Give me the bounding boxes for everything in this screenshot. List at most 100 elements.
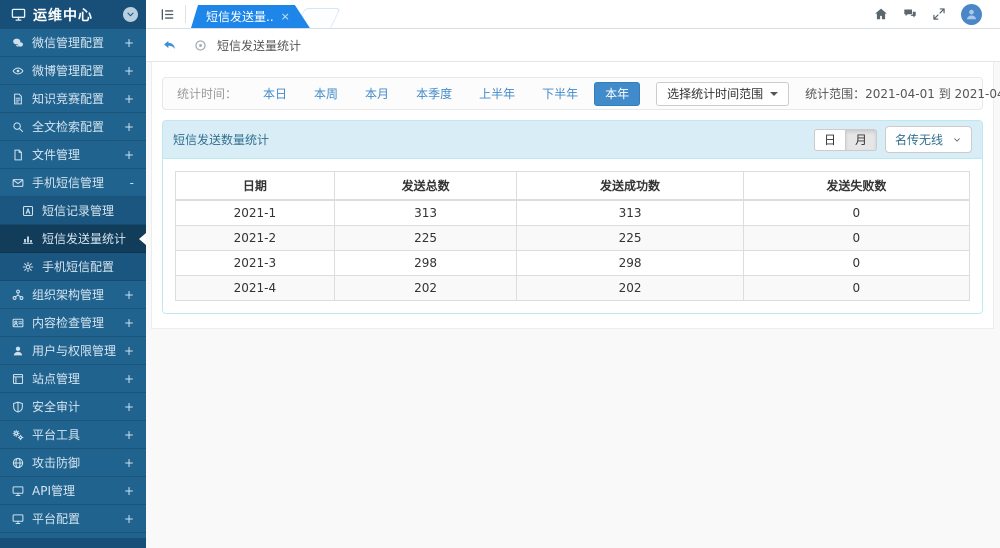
expand-indicator: + [124,64,134,78]
sidebar-item[interactable]: 手机短信管理- [0,169,146,197]
sidebar-item[interactable]: 攻击防御 + [0,449,146,477]
active-item-arrow [139,233,146,245]
sidebar-subitem-label: 短信记录管理 [42,202,134,219]
sidebar-item-label: API管理 [32,482,116,499]
table-cell: 2021-2 [176,226,335,251]
sidebar-item-label: 平台配置 [32,510,116,527]
weibo-icon [12,65,24,77]
sidebar-item[interactable]: 内容检查管理+ [0,309,146,337]
envelope-icon [12,177,24,189]
table-cell: 202 [334,276,517,301]
sidebar-subitem[interactable]: 手机短信配置 [0,253,146,281]
sms-record-icon [22,205,34,217]
range-dropdown-button[interactable]: 选择统计时间范围 [656,82,789,106]
stats-panel-body: 日期发送总数发送成功数发送失败数 2021-131331302021-22252… [163,159,982,313]
table-cell: 298 [334,251,517,276]
table-cell: 2021-4 [176,276,335,301]
sidebar-item-label: 微信管理配置 [32,34,116,51]
sidebar-item[interactable]: 站点管理 + [0,365,146,393]
sidebar-nav: 微信管理配置+微博管理配置+知识竞赛配置+全文检索配置+文件管理+手机短信管理-… [0,29,146,533]
expand-indicator: + [124,484,134,498]
stats-panel: 短信发送数量统计 日 月 名传无线 日期发送总数发送成功 [162,120,983,314]
expand-indicator: + [124,512,134,526]
wechat-icon [12,37,24,49]
select-chevron-down-icon [952,135,962,145]
table-header-cell: 发送失败数 [743,172,969,201]
sidebar-toggle-icon[interactable] [160,7,175,22]
sidebar-subitem[interactable]: 短信记录管理 [0,197,146,225]
filter-selected-button[interactable]: 本年 [594,82,640,106]
sidebar-item[interactable]: 安全审计 + [0,393,146,421]
doc-icon [12,93,24,105]
filter-label: 统计时间： [177,85,237,102]
org-icon [12,289,24,301]
user-avatar[interactable] [961,4,982,25]
sidebar-item[interactable]: 微博管理配置+ [0,57,146,85]
person-icon [965,8,978,21]
page-icon [194,39,207,52]
table-row: 2021-32982980 [176,251,970,276]
table-header-row: 日期发送总数发送成功数发送失败数 [176,172,970,201]
sidebar-item[interactable]: 文件管理+ [0,141,146,169]
expand-indicator: + [124,288,134,302]
sidebar-item-label: 安全审计 [32,398,116,415]
expand-indicator: + [124,400,134,414]
table-row: 2021-42022020 [176,276,970,301]
sidebar-item[interactable]: 全文检索配置+ [0,113,146,141]
sidebar-item[interactable]: 微信管理配置+ [0,29,146,57]
topbar-actions [874,4,1000,25]
sidebar-item[interactable]: 知识竞赛配置+ [0,85,146,113]
sidebar-item-label: 站点管理 [32,370,116,387]
sidebar-item-label: 组织架构管理 [32,286,116,303]
expand-indicator: + [124,428,134,442]
expand-indicator: - [130,176,134,190]
channel-select-value: 名传无线 [895,131,943,148]
sidebar-item[interactable]: 组织架构管理 + [0,281,146,309]
sidebar-item[interactable]: 平台配置 + [0,505,146,533]
topbar: 短信发送量.. × [146,0,1000,29]
sidebar-collapse-button[interactable] [123,7,138,22]
range-text: 统计范围：2021-04-01 到 2021-04-30 [805,85,1000,102]
desktop-icon [12,513,24,525]
sidebar-item[interactable]: API管理 + [0,477,146,505]
sidebar-submenu: 短信记录管理短信发送量统计手机短信配置 [0,197,146,281]
table-header-cell: 日期 [176,172,335,201]
id-card-icon [12,317,24,329]
tab-close-icon[interactable]: × [281,10,290,23]
messages-icon[interactable] [903,7,917,21]
shield-icon [12,401,24,413]
sidebar-subitem[interactable]: 短信发送量统计 [0,225,146,253]
sidebar-item[interactable]: 平台工具+ [0,421,146,449]
sidebar-item-label: 攻击防御 [32,454,116,471]
tab-sms-stats[interactable]: 短信发送量.. × [191,5,310,28]
filter-link[interactable]: 上半年 [479,85,515,102]
filter-link[interactable]: 本季度 [416,85,452,102]
expand-indicator: + [124,316,134,330]
panel-title: 短信发送数量统计 [173,131,269,148]
table-cell: 298 [517,251,743,276]
table-cell: 0 [743,200,969,226]
table-cell: 313 [517,200,743,226]
table-cell: 0 [743,276,969,301]
home-icon[interactable] [874,7,888,21]
filter-link[interactable]: 本周 [314,85,338,102]
panel-controls: 日 月 名传无线 [814,126,972,153]
stats-table-body: 2021-131331302021-222522502021-329829802… [176,200,970,301]
table-row: 2021-13133130 [176,200,970,226]
month-button[interactable]: 月 [845,129,877,151]
day-button[interactable]: 日 [814,129,845,151]
table-header-cell: 发送成功数 [517,172,743,201]
fullscreen-icon[interactable] [932,7,946,21]
expand-indicator: + [124,456,134,470]
table-cell: 2021-3 [176,251,335,276]
app-title: 运维中心 [33,5,116,25]
content-card: 统计时间： 本日本周本月本季度上半年下半年 本年 选择统计时间范围 统计范围：2… [151,62,994,329]
channel-select[interactable]: 名传无线 [885,126,972,153]
back-icon[interactable] [162,38,177,53]
filter-link[interactable]: 本月 [365,85,389,102]
filter-link[interactable]: 下半年 [542,85,578,102]
sidebar-header: 运维中心 [0,0,146,29]
expand-indicator: + [124,372,134,386]
sidebar-item[interactable]: 用户与权限管理+ [0,337,146,365]
filter-link[interactable]: 本日 [263,85,287,102]
